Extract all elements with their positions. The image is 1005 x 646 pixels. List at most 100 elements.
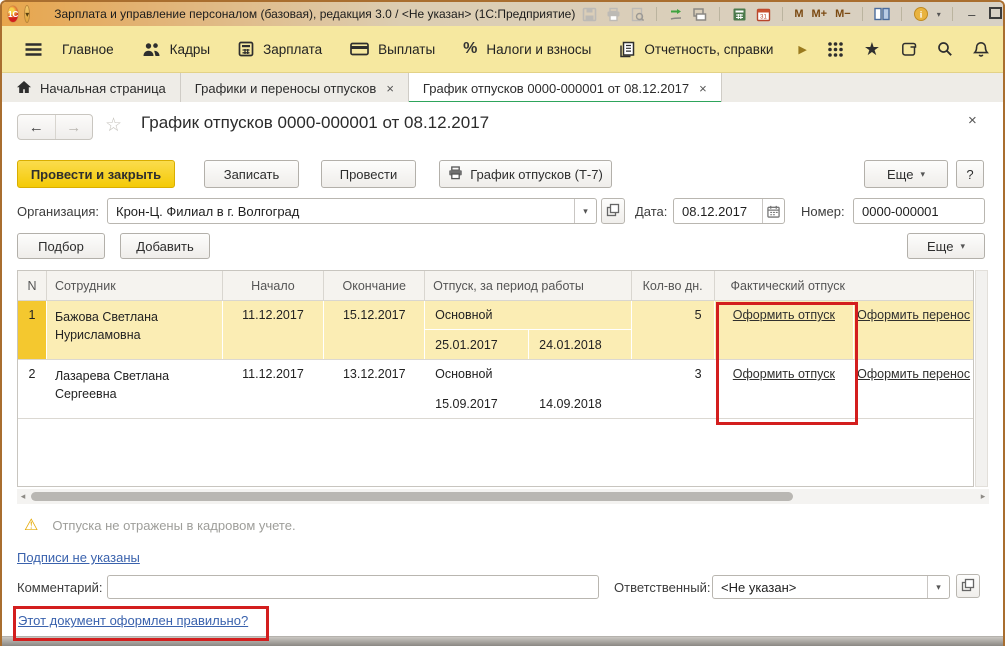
table-horizontal-scrollbar[interactable]: ◂ ▸ [17, 489, 989, 504]
table-row[interactable]: 2 Лазарева Светлана Сергеевна 11.12.2017… [18, 360, 973, 419]
column-header-days[interactable]: Кол-во дн. [632, 271, 715, 300]
table-vertical-scrollbar[interactable] [975, 270, 988, 487]
menu-item-salary[interactable]: Зарплата [229, 26, 331, 72]
info-dropdown-icon[interactable]: ▾ [937, 10, 941, 19]
divider [951, 7, 953, 21]
tab-label: Графики и переносы отпусков [194, 80, 377, 96]
button-label: Еще [927, 238, 954, 254]
make-transfer-link[interactable]: Оформить перенос [857, 367, 970, 418]
calendar-icon[interactable]: 31 [755, 6, 771, 22]
menu-item-label: Выплаты [378, 41, 436, 57]
system-menu-button[interactable]: ▾ [24, 5, 31, 23]
employee-cell: Лазарева Светлана Сергеевна [47, 360, 223, 418]
post-button[interactable]: Провести [321, 160, 416, 188]
menu-item-payments[interactable]: Выплаты [341, 26, 444, 72]
favorite-star-icon[interactable]: ☆ [105, 114, 122, 137]
organization-combobox[interactable]: Крон-Ц. Филиал в г. Волгоград ▾ [107, 198, 597, 224]
organization-open-button[interactable] [601, 198, 625, 224]
button-label: Добавить [136, 238, 194, 254]
maximize-button[interactable] [988, 6, 1003, 22]
column-header-end[interactable]: Окончание [324, 271, 426, 300]
date-input[interactable]: 08.12.2017 [673, 198, 785, 224]
print-icon[interactable] [605, 6, 621, 22]
post-and-close-button[interactable]: Провести и закрыть [17, 160, 175, 188]
tab-label: Начальная страница [40, 80, 166, 96]
notifications-bell-icon[interactable] [973, 41, 989, 58]
table-row[interactable]: 1 Бажова Светлана Нурисламовна 11.12.201… [18, 301, 973, 360]
add-link-icon[interactable] [668, 6, 684, 22]
tab-home[interactable]: Начальная страница [2, 73, 181, 103]
menu-item-label: Зарплата [263, 41, 323, 57]
add-button[interactable]: Добавить [120, 233, 210, 259]
column-header-actual-vacation[interactable]: Фактический отпуск [715, 271, 973, 300]
more-button-top[interactable]: Еще ▾ [864, 160, 948, 188]
calculator-icon[interactable] [731, 6, 747, 22]
responsible-combobox[interactable]: <Не указан> ▾ [712, 575, 950, 599]
make-vacation-cell: Оформить отпуск [715, 360, 855, 418]
chevron-down-icon[interactable]: ▾ [574, 199, 596, 223]
document-check-link[interactable]: Этот документ оформлен правильно? [18, 613, 248, 628]
button-label: Еще [887, 166, 914, 182]
scroll-left-icon[interactable]: ◂ [17, 491, 29, 502]
responsible-label: Ответственный: [614, 579, 711, 595]
expand-sections-icon[interactable]: ▶ [798, 43, 806, 56]
menu-item-reports[interactable]: Отчетность, справки [610, 26, 782, 72]
menu-item-main[interactable]: Главное [53, 26, 123, 72]
tab-vacation-schedule-document[interactable]: График отпусков 0000-000001 от 08.12.201… [408, 73, 722, 104]
tab-bar: Начальная страница Графики и переносы от… [2, 73, 1003, 104]
search-icon[interactable] [937, 41, 953, 57]
percent-icon: % [463, 40, 478, 57]
help-button[interactable]: ? [956, 160, 984, 188]
menu-item-taxes[interactable]: % Налоги и взносы [454, 26, 600, 72]
split-window-icon[interactable] [873, 6, 890, 22]
print-t7-button[interactable]: График отпусков (Т-7) [439, 160, 612, 188]
comment-input[interactable] [107, 575, 599, 599]
menu-item-label: Отчетность, справки [644, 41, 774, 57]
column-header-n[interactable]: N [18, 271, 47, 300]
favorites-star-icon[interactable]: ★ [864, 40, 880, 58]
chevron-down-icon[interactable]: ▾ [927, 576, 949, 598]
column-header-vacation-period[interactable]: Отпуск, за период работы [425, 271, 632, 300]
divider [900, 7, 902, 21]
responsible-open-button[interactable] [956, 574, 980, 598]
history-scroll-icon[interactable] [900, 41, 917, 57]
form-close-icon[interactable]: × [968, 112, 977, 129]
status-bar [2, 636, 1003, 646]
save-icon[interactable] [581, 6, 597, 22]
link-print-icon[interactable] [692, 6, 708, 22]
signatures-link[interactable]: Подписи не указаны [17, 550, 140, 565]
tab-close-icon[interactable]: × [386, 81, 394, 96]
info-icon[interactable]: i [913, 6, 929, 22]
make-transfer-link[interactable]: Оформить перенос [857, 308, 970, 359]
column-header-start[interactable]: Начало [223, 271, 325, 300]
make-vacation-cell: Оформить отпуск [715, 301, 855, 359]
back-button[interactable]: ← [18, 115, 56, 139]
calendar-picker-icon[interactable] [762, 199, 784, 223]
scroll-right-icon[interactable]: ▸ [977, 491, 989, 502]
all-functions-grid-icon[interactable] [827, 41, 844, 58]
make-vacation-link[interactable]: Оформить отпуск [733, 308, 835, 359]
open-link-icon [606, 203, 620, 220]
end-date-cell: 15.12.2017 [324, 301, 426, 359]
scrollbar-thumb[interactable] [31, 492, 793, 501]
title-bar: 1С ▾ Зарплата и управление персоналом (б… [2, 2, 1003, 26]
column-header-employee[interactable]: Сотрудник [47, 271, 223, 300]
hamburger-menu-icon[interactable] [24, 42, 43, 57]
memory-minus-button[interactable]: М− [835, 8, 851, 20]
more-button-table[interactable]: Еще ▾ [907, 233, 985, 259]
menu-item-personnel[interactable]: Кадры [133, 26, 219, 72]
memory-button[interactable]: М [794, 8, 803, 20]
comment-label: Комментарий: [17, 579, 103, 595]
make-vacation-link[interactable]: Оформить отпуск [733, 367, 835, 418]
pick-button[interactable]: Подбор [17, 233, 105, 259]
forward-button[interactable]: → [56, 115, 93, 139]
minimize-button[interactable]: – [964, 7, 980, 22]
tab-vacation-schedules-list[interactable]: Графики и переносы отпусков × [181, 73, 409, 103]
number-input[interactable]: 0000-000001 [853, 198, 985, 224]
menu-item-label: Главное [62, 41, 114, 57]
preview-icon[interactable] [629, 6, 645, 22]
make-transfer-cell: Оформить перенос [854, 360, 973, 418]
memory-plus-button[interactable]: М+ [812, 8, 828, 20]
tab-close-icon[interactable]: × [699, 81, 707, 96]
write-button[interactable]: Записать [204, 160, 299, 188]
